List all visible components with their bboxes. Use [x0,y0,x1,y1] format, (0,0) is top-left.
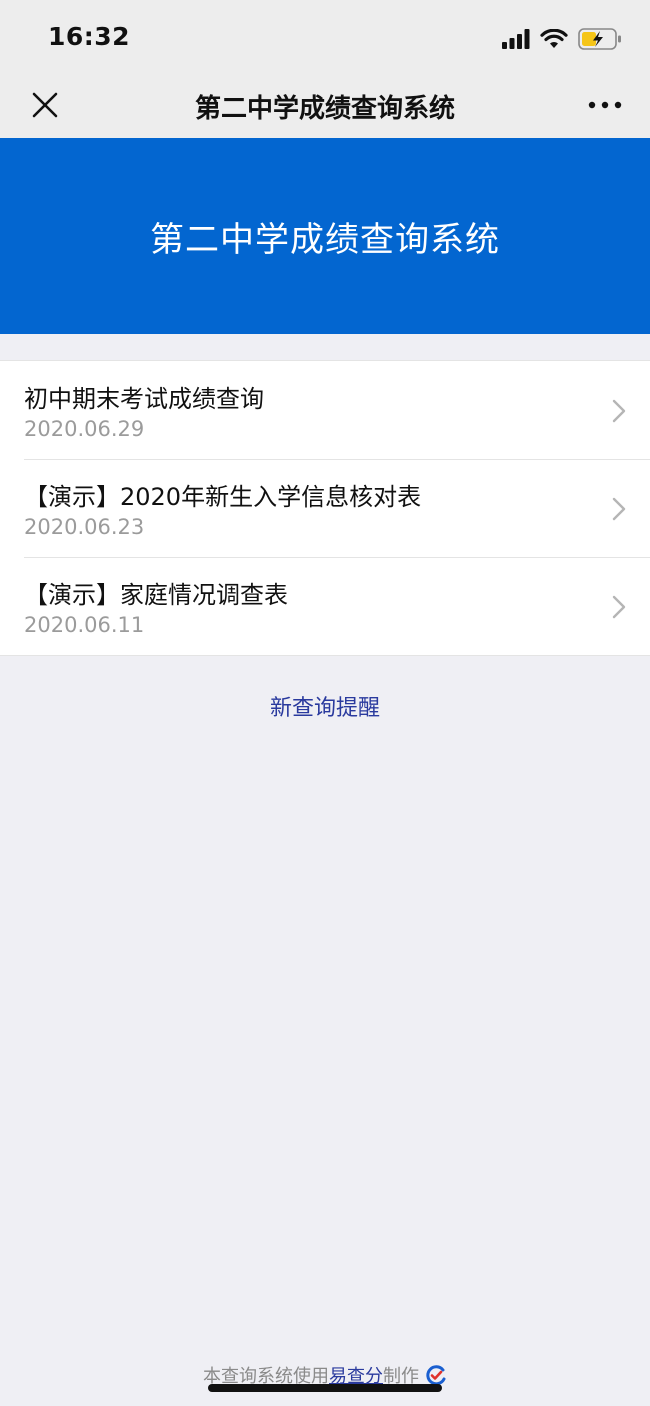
wifi-icon [540,29,568,48]
list-item-date: 2020.06.29 [24,417,145,441]
query-list: 初中期末考试成绩查询 2020.06.29 【演示】2020年新生入学信息核对表… [0,360,650,656]
more-icon[interactable] [588,98,622,112]
header-banner: 第二中学成绩查询系统 [0,138,650,334]
status-time: 16:32 [48,22,131,51]
brand-logo-icon [426,1365,446,1386]
chevron-right-icon [612,399,626,423]
signal-icon [502,29,530,49]
list-item-title: 【演示】2020年新生入学信息核对表 [24,483,422,511]
list-item[interactable]: 【演示】2020年新生入学信息核对表 2020.06.23 [0,459,650,557]
new-query-reminder-link[interactable]: 新查询提醒 [0,690,650,722]
list-item-date: 2020.06.11 [24,613,145,637]
nav-bar: 第二中学成绩查询系统 [0,78,650,138]
list-item-date: 2020.06.23 [24,515,145,539]
home-indicator [208,1384,442,1392]
status-icons [502,24,622,54]
status-bar: 16:32 [0,0,650,78]
list-item-title: 【演示】家庭情况调查表 [24,581,288,609]
battery-charging-icon [578,28,621,50]
list-item[interactable]: 初中期末考试成绩查询 2020.06.29 [0,361,650,459]
chevron-right-icon [612,497,626,521]
list-item[interactable]: 【演示】家庭情况调查表 2020.06.11 [0,557,650,655]
chevron-right-icon [612,595,626,619]
page-title: 第二中学成绩查询系统 [194,94,455,124]
list-item-title: 初中期末考试成绩查询 [24,385,264,413]
banner-title: 第二中学成绩查询系统 [150,219,500,260]
